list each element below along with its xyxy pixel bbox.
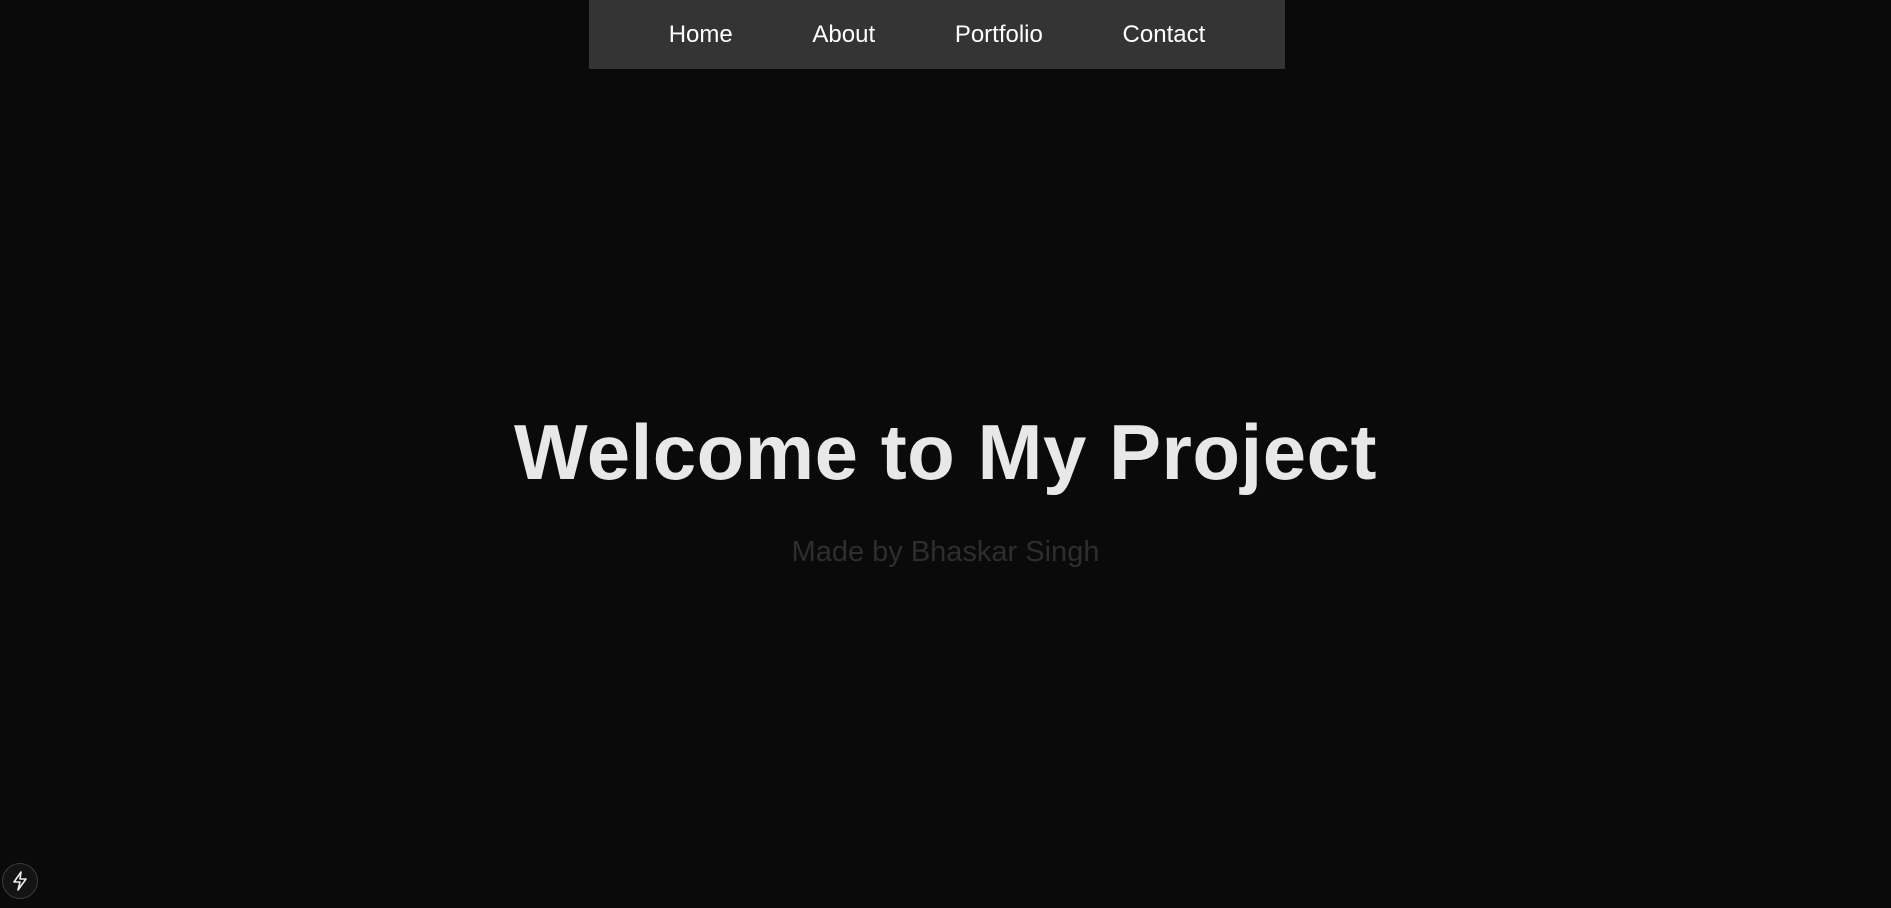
hero-title: Welcome to My Project	[514, 408, 1377, 496]
nav-link-about[interactable]: About	[812, 22, 875, 47]
dev-tools-badge[interactable]	[2, 863, 38, 899]
page: Home About Portfolio Contact Welcome to …	[0, 0, 1891, 908]
top-navbar: Home About Portfolio Contact	[589, 0, 1285, 69]
nav-link-contact[interactable]: Contact	[1123, 22, 1206, 47]
hero-section: Welcome to My Project Made by Bhaskar Si…	[0, 408, 1891, 568]
nav-link-home[interactable]: Home	[669, 22, 733, 47]
hero-subtitle: Made by Bhaskar Singh	[791, 535, 1100, 568]
nav-link-portfolio[interactable]: Portfolio	[955, 22, 1043, 47]
lightning-bolt-icon	[13, 871, 27, 891]
